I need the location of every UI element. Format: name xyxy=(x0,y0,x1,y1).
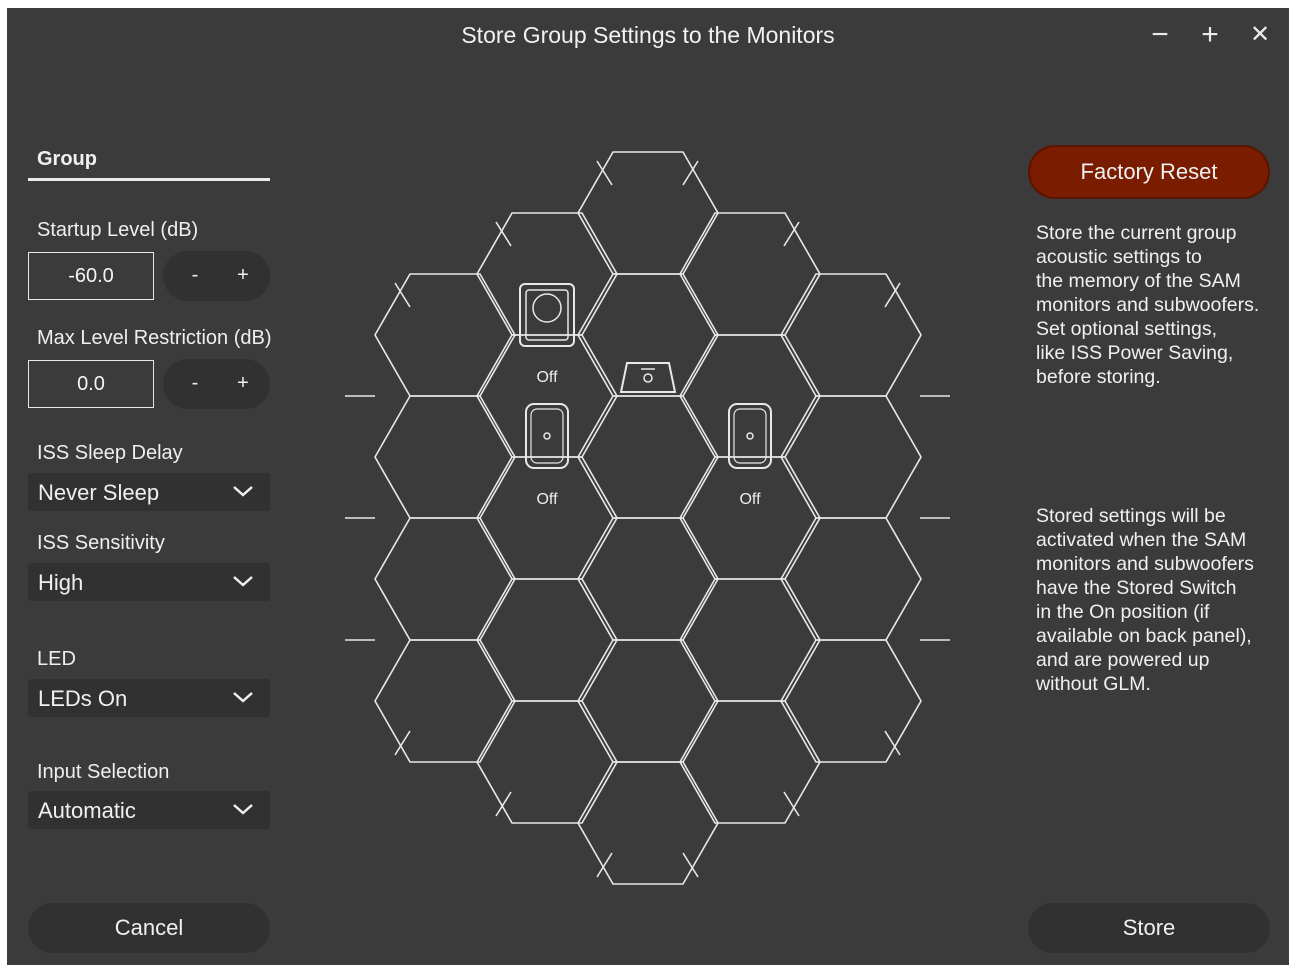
hex-cell[interactable] xyxy=(577,639,719,763)
desc-line: Store the current group xyxy=(1036,222,1237,244)
hex-cell[interactable] xyxy=(577,151,719,275)
monitor-large-icon[interactable] xyxy=(519,283,575,347)
desc-line: in the On position (if xyxy=(1036,601,1210,623)
desc-line: the memory of the SAM xyxy=(1036,270,1241,292)
factory-reset-button[interactable]: Factory Reset xyxy=(1030,147,1268,197)
desc-line: acoustic settings to xyxy=(1036,246,1202,268)
hex-cell[interactable] xyxy=(374,395,516,519)
desc-line: and are powered up xyxy=(1036,649,1210,671)
hex-grid-lines xyxy=(345,151,950,885)
hex-cell[interactable] xyxy=(476,700,618,824)
desc-line: monitors and subwoofers. xyxy=(1036,294,1260,316)
hex-grid-stub xyxy=(495,221,512,247)
hex-cell[interactable] xyxy=(780,639,922,763)
hex-cell[interactable] xyxy=(577,273,719,397)
hex-grid-stub xyxy=(596,852,613,878)
stored-settings-description: Stored settings will be activated when t… xyxy=(1036,504,1276,696)
hex-cell[interactable] xyxy=(476,456,618,580)
hex-cell[interactable] xyxy=(374,639,516,763)
hex-cell[interactable] xyxy=(679,700,821,824)
desc-line: available on back panel), xyxy=(1036,625,1252,647)
device-status-3: Off xyxy=(739,491,761,508)
device-status-1: Off xyxy=(536,369,558,386)
hex-grid-stub xyxy=(596,160,613,186)
hex-cell[interactable] xyxy=(374,517,516,641)
device-status-2: Off xyxy=(536,491,558,508)
hex-cell[interactable] xyxy=(374,273,516,397)
monitor-left-icon[interactable] xyxy=(525,403,569,469)
desc-line: like ISS Power Saving, xyxy=(1036,342,1234,364)
desc-line: Stored settings will be xyxy=(1036,505,1226,527)
monitor-right-icon[interactable] xyxy=(728,403,772,469)
hex-cell[interactable] xyxy=(476,212,618,336)
dialog-window: Store Group Settings to the Monitors − +… xyxy=(7,8,1289,965)
desc-line: have the Stored Switch xyxy=(1036,577,1237,599)
hex-grid-stub xyxy=(682,852,699,878)
subwoofer-icon[interactable] xyxy=(619,362,677,393)
hex-cell[interactable] xyxy=(679,212,821,336)
store-button[interactable]: Store xyxy=(1028,903,1270,953)
desc-line: without GLM. xyxy=(1036,673,1151,695)
desc-line: monitors and subwoofers xyxy=(1036,553,1254,575)
hex-cell[interactable] xyxy=(780,517,922,641)
desc-line: before storing. xyxy=(1036,366,1161,388)
hex-cell[interactable] xyxy=(780,395,922,519)
store-description: Store the current group acoustic setting… xyxy=(1036,221,1276,389)
hex-grid-stub xyxy=(495,791,512,817)
desc-line: activated when the SAM xyxy=(1036,529,1247,551)
hex-cell[interactable] xyxy=(476,578,618,702)
hex-grid-stub xyxy=(394,730,411,756)
hex-cell[interactable] xyxy=(577,517,719,641)
hex-cell[interactable] xyxy=(577,395,719,519)
hex-cell[interactable] xyxy=(679,578,821,702)
hex-cell[interactable] xyxy=(780,273,922,397)
hex-cell[interactable] xyxy=(679,456,821,580)
desc-line: Set optional settings, xyxy=(1036,318,1218,340)
hex-cell[interactable] xyxy=(577,761,719,885)
